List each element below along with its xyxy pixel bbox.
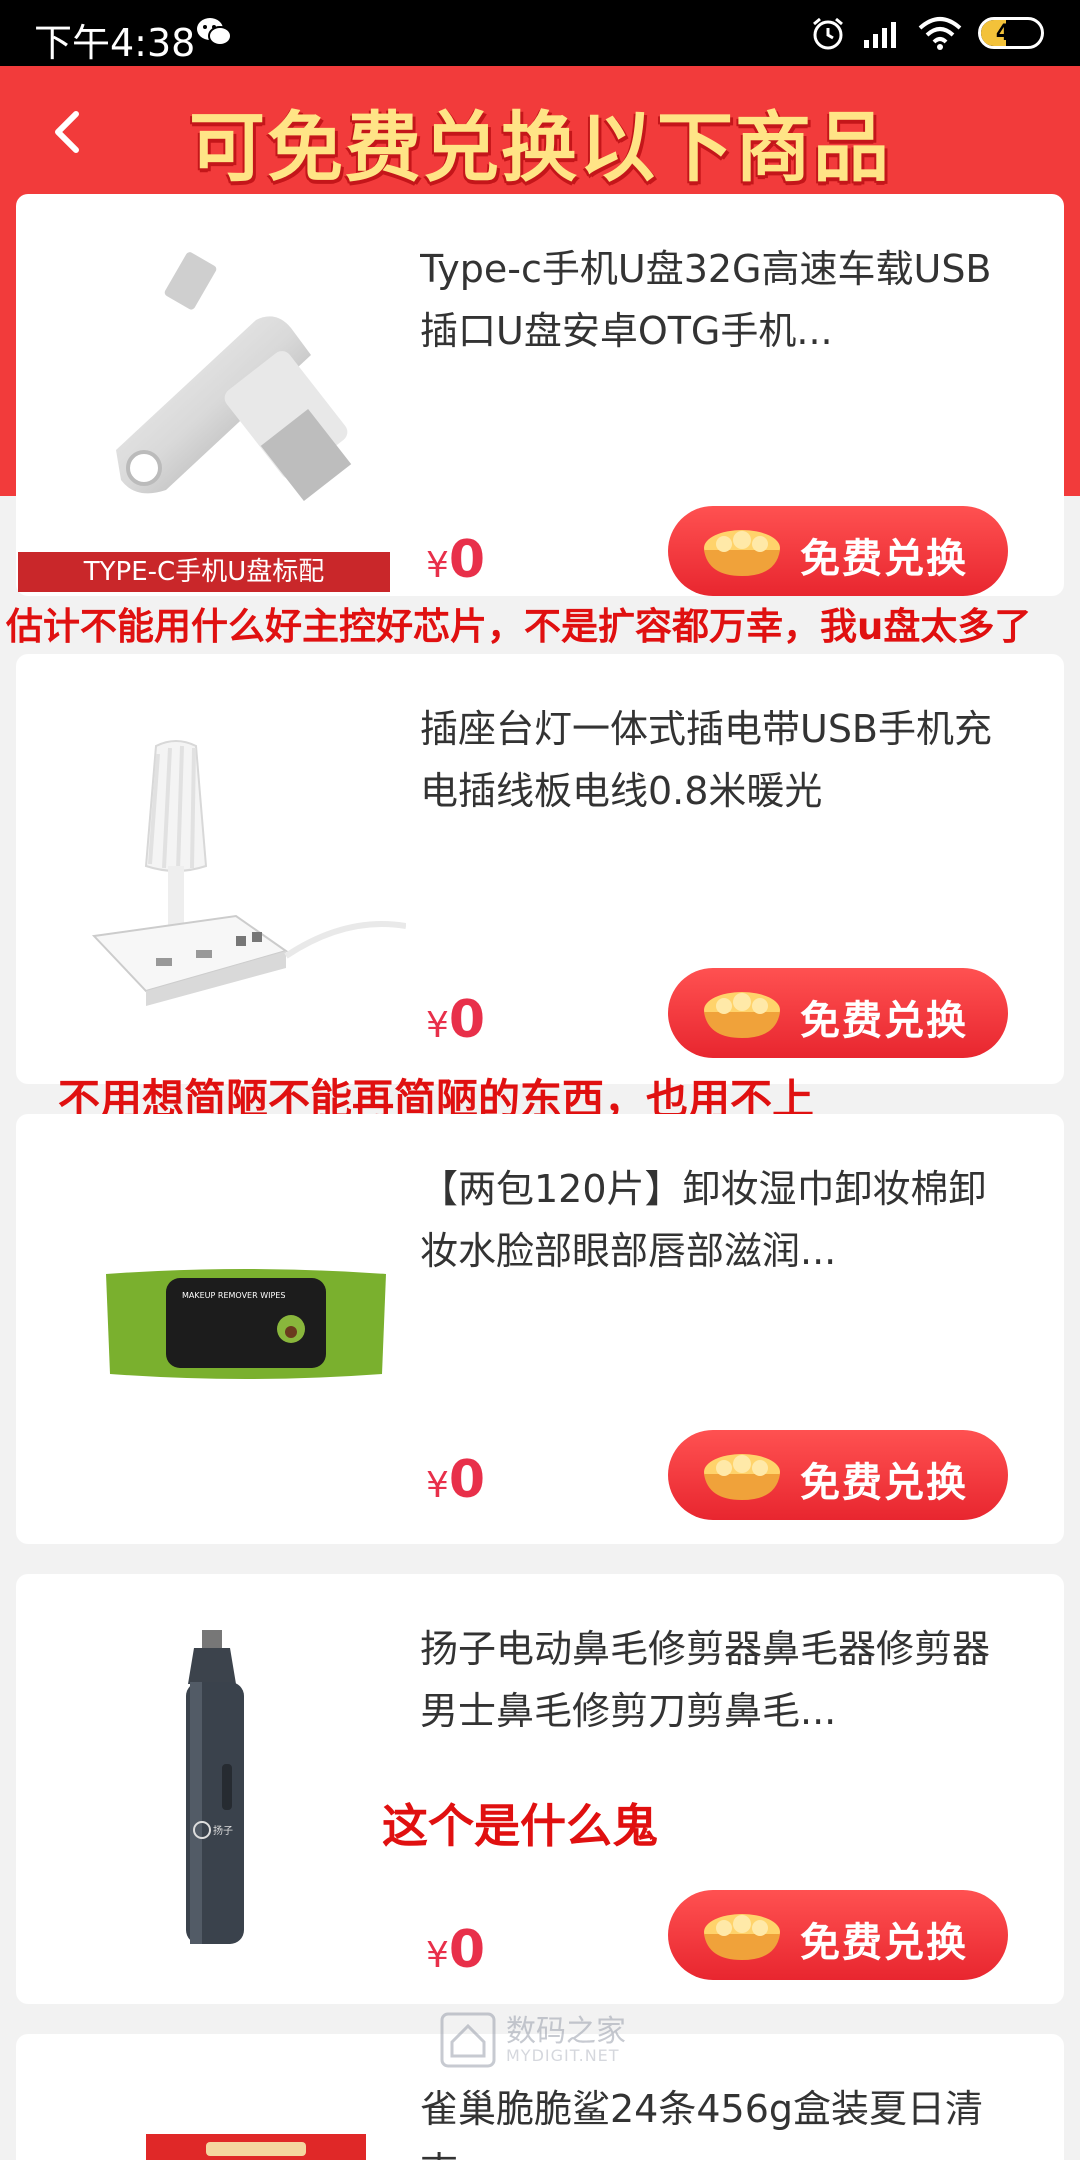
- makeup-wipes-image: MAKEUP REMOVER WIPES: [106, 1269, 386, 1379]
- house-logo-icon: [440, 2012, 496, 2068]
- wipes-package-label: MAKEUP REMOVER WIPES: [182, 1291, 285, 1300]
- watermark-name: 数码之家: [506, 2014, 626, 2049]
- egg-tart-icon: [704, 1454, 780, 1500]
- desk-lamp-power-strip-image: [91, 740, 406, 1006]
- snack-box-image: [146, 2134, 366, 2160]
- product-price: ¥0: [426, 530, 486, 590]
- status-bar: 下午4:38 42: [0, 0, 1080, 66]
- wifi-icon: [918, 17, 962, 50]
- product-tag: TYPE-C手机U盘标配: [18, 552, 390, 592]
- watermark-url: MYDIGIT.NET: [506, 2046, 620, 2065]
- usb-drive-image: [116, 252, 352, 502]
- alarm-icon: [813, 17, 843, 50]
- wechat-icon: [197, 18, 232, 46]
- trimmer-brand-label: 扬子: [213, 1824, 233, 1837]
- product-title: 【两包120片】卸妆湿巾卸妆棉卸妆水脸部眼部唇部滋润...: [420, 1167, 987, 1273]
- product-card[interactable]: 插座台灯一体式插电带USB手机充电插线板电线0.8米暖光 ¥0 免费兑换: [16, 654, 1064, 1084]
- product-price: ¥0: [426, 1920, 486, 1980]
- product-price: ¥0: [426, 1450, 486, 1510]
- product-card[interactable]: MAKEUP REMOVER WIPES 【两包120片】卸妆湿巾卸妆棉卸妆水脸…: [16, 1114, 1064, 1544]
- product-title: 雀巢脆脆鲨24条456g盒装夏日清爽: [420, 2087, 984, 2160]
- annotation-text: 估计不能用什么好主控好芯片，不是扩容都万幸，我u盘太多了: [6, 605, 1032, 648]
- battery-level: 42: [995, 21, 1027, 46]
- annotation-text: 这个是什么鬼: [382, 1799, 658, 1853]
- product-title: 插座台灯一体式插电带USB手机充电插线板电线0.8米暖光: [420, 707, 993, 813]
- redeem-button[interactable]: 免费兑换: [668, 506, 1008, 596]
- egg-tart-icon: [704, 1914, 780, 1960]
- product-title: 扬子电动鼻毛修剪器鼻毛器修剪器男士鼻毛修剪刀剪鼻毛...: [420, 1627, 991, 1733]
- product-price: ¥0: [426, 990, 486, 1050]
- page-title: 可免费兑换以下商品: [189, 103, 891, 192]
- signal-icon: [864, 22, 896, 48]
- status-time: 下午4:38: [34, 21, 196, 65]
- redeem-button[interactable]: 免费兑换: [668, 1430, 1008, 1520]
- redeem-button[interactable]: 免费兑换: [668, 1890, 1008, 1980]
- product-card[interactable]: Type-c手机U盘32G高速车载USB插口U盘安卓OTG手机... ¥0 免费…: [16, 194, 1064, 596]
- egg-tart-icon: [704, 530, 780, 576]
- site-watermark: 数码之家 MYDIGIT.NET: [440, 2006, 640, 2076]
- nose-hair-trimmer-image: 扬子: [186, 1630, 244, 1944]
- product-title: Type-c手机U盘32G高速车载USB插口U盘安卓OTG手机...: [420, 247, 992, 353]
- battery-icon: 42: [978, 17, 1044, 49]
- product-card[interactable]: 扬子 扬子电动鼻毛修剪器鼻毛器修剪器男士鼻毛修剪刀剪鼻毛... ¥0 免费兑换: [16, 1574, 1064, 2004]
- egg-tart-icon: [704, 992, 780, 1038]
- redeem-button[interactable]: 免费兑换: [668, 968, 1008, 1058]
